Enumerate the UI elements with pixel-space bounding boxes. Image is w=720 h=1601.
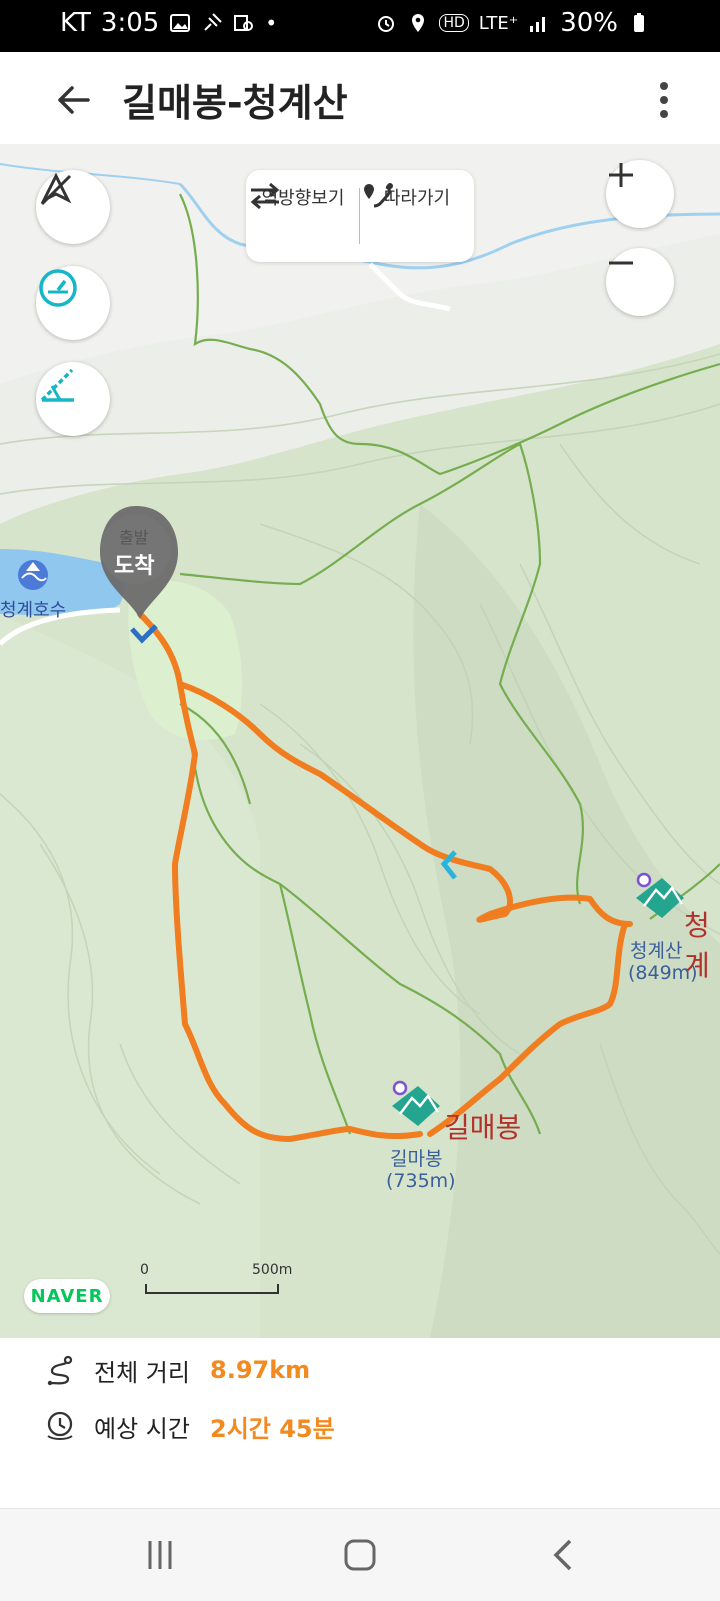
route-distance-icon [47,1355,73,1386]
clock: 3:05 [100,8,160,38]
app-header: 길매봉-청계산 [0,52,720,145]
start-marker-label: 출발 [119,528,149,547]
map-canvas [0,144,720,1338]
map-view[interactable]: 출발 도착 청계호수 길매봉 길마봉 (735m) 청계 청계산 (849m) … [0,144,720,1338]
time-row: 예상 시간 2시간 45분 [44,1406,335,1446]
battery-percent: 30% [560,8,618,38]
route-summary: 전체 거리 8.97km 예상 시간 2시간 45분 [0,1338,720,1508]
back-icon[interactable] [540,1531,588,1579]
peak1-name-label: 길마봉 [390,1148,443,1170]
reverse-direction-button[interactable]: 역방향보기 [246,180,360,210]
location-icon [412,14,425,32]
back-arrow-icon[interactable] [52,78,96,122]
scale-end: 500m [252,1262,293,1278]
follow-route-button[interactable]: 따라가기 [360,180,474,210]
slope-button[interactable] [36,362,110,436]
hd-label: HD [439,14,469,32]
compass-off-icon [40,172,72,206]
peak2-elevation-label: (849m) [628,962,698,984]
recent-apps-icon[interactable] [136,1531,184,1579]
slope-icon [40,368,74,402]
peak2-name-label: 청계산 [630,940,683,962]
route-options-panel: 역방향보기 따라가기 [246,170,474,262]
home-icon[interactable] [336,1531,384,1579]
system-nav-bar [0,1508,720,1601]
signal-icon [530,17,546,32]
time-label: 예상 시간 [94,1414,190,1443]
notification-dot: • [265,11,278,35]
distance-row: 전체 거리 8.97km [44,1350,310,1390]
zoom-out-button[interactable] [606,248,674,316]
more-options-icon[interactable] [654,78,674,122]
clock-icon [47,1411,73,1440]
satellite-icon [204,13,223,31]
arrival-marker-label[interactable]: 도착 [114,548,154,580]
peak1-large-label: 길매봉 [444,1111,522,1144]
naver-logo: NAVER [24,1279,110,1313]
gallery-icon [170,14,191,32]
status-bar: KT 3:05 • HD LTE⁺ 30% [0,0,720,52]
zoom-in-button[interactable] [606,160,674,228]
page-title: 길매봉-청계산 [122,81,348,125]
follow-route-icon [364,183,393,208]
distance-label: 전체 거리 [94,1358,190,1387]
scale-start: 0 [140,1262,149,1278]
time-value: 2시간 45분 [210,1414,335,1443]
minus-icon [609,261,633,265]
speedometer-icon [39,269,77,307]
carrier-label: KT [60,8,91,38]
data-search-icon [234,15,254,31]
compass-off-button[interactable] [36,170,110,244]
battery-icon [634,13,644,32]
scale-bar [145,1284,279,1294]
lake-label: 청계호수 [0,600,67,621]
alarm-icon [378,16,395,32]
swap-arrows-icon [250,182,280,210]
distance-value: 8.97km [210,1356,311,1384]
peak1-elevation-label: (735m) [386,1170,456,1192]
network-label: LTE⁺ [478,12,519,34]
plus-icon [609,163,633,187]
map-scale: 0 500m [140,1262,300,1302]
speedometer-button[interactable] [36,266,110,340]
